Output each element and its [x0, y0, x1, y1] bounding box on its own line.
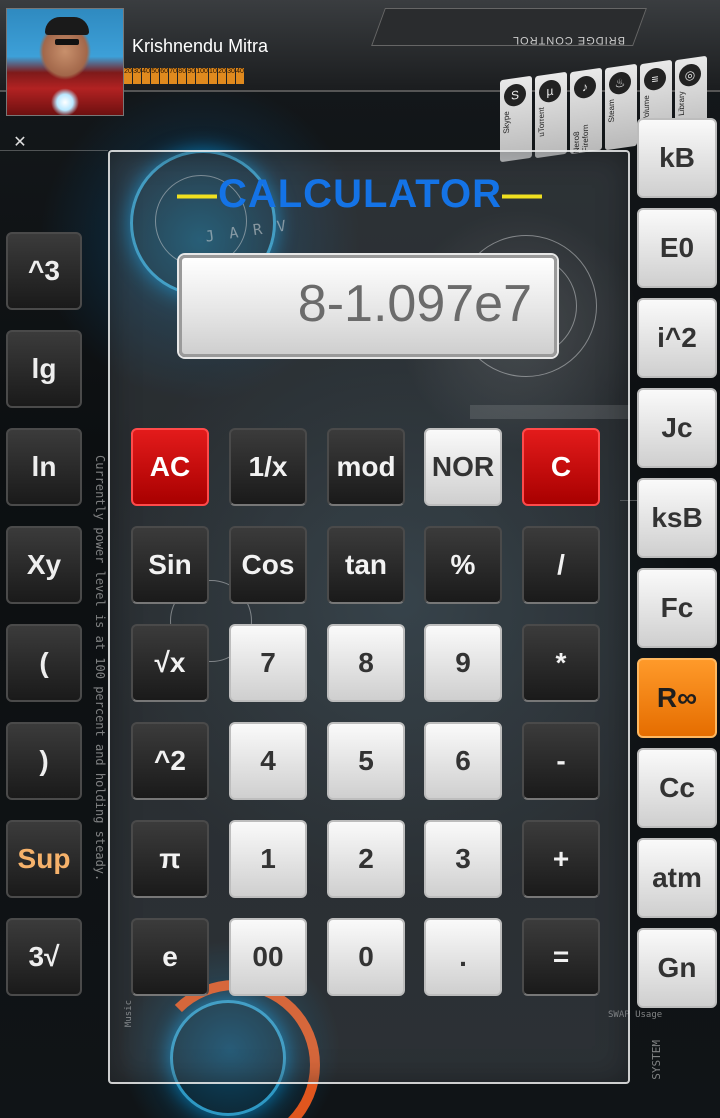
i-squared-button[interactable]: i^2 — [637, 298, 717, 378]
digit-4-button[interactable]: 4 — [229, 722, 307, 800]
digit-3-button[interactable]: 3 — [424, 820, 502, 898]
plus-button[interactable]: + — [522, 820, 600, 898]
power-meter: 20 30 40 50 60 70 80 90 100 10 20 30 40 — [124, 68, 245, 84]
tray-nero[interactable]: ♪ Nero8 Fireforn — [570, 67, 602, 155]
ln-button[interactable]: ln — [6, 428, 82, 506]
reciprocal-button[interactable]: 1/x — [229, 428, 307, 506]
calculator-title-text: CALCULATOR — [217, 172, 503, 216]
hud-system-text: SYSTEM — [650, 1040, 663, 1080]
cc-constant-button[interactable]: Cc — [637, 748, 717, 828]
tray-steam[interactable]: ♨ Steam — [605, 63, 637, 151]
percent-button[interactable]: % — [424, 526, 502, 604]
jc-constant-button[interactable]: Jc — [637, 388, 717, 468]
log10-button[interactable]: lg — [6, 330, 82, 408]
avatar[interactable] — [6, 8, 124, 116]
skype-icon: S — [504, 82, 526, 108]
digit-0-button[interactable]: 0 — [327, 918, 405, 996]
cube-root-button[interactable]: 3√ — [6, 918, 82, 996]
gn-constant-button[interactable]: Gn — [637, 928, 717, 1008]
close-icon[interactable]: ✕ — [10, 132, 30, 152]
music-icon: ♪ — [574, 74, 596, 100]
divide-button[interactable]: / — [522, 526, 600, 604]
digit-7-button[interactable]: 7 — [229, 624, 307, 702]
digit-1-button[interactable]: 1 — [229, 820, 307, 898]
ksb-constant-button[interactable]: ksB — [637, 478, 717, 558]
kb-constant-button[interactable]: kB — [637, 118, 717, 198]
double-zero-button[interactable]: 00 — [229, 918, 307, 996]
utorrent-icon: µ — [539, 78, 561, 104]
digit-9-button[interactable]: 9 — [424, 624, 502, 702]
tan-button[interactable]: tan — [327, 526, 405, 604]
e0-constant-button[interactable]: E0 — [637, 208, 717, 288]
power-button[interactable]: Xy — [6, 526, 82, 604]
equalizer-icon: ≡ — [644, 66, 666, 92]
pi-button[interactable]: π — [131, 820, 209, 898]
digit-5-button[interactable]: 5 — [327, 722, 405, 800]
cube-button[interactable]: ^3 — [6, 232, 82, 310]
mod-button[interactable]: mod — [327, 428, 405, 506]
cos-button[interactable]: Cos — [229, 526, 307, 604]
nor-button[interactable]: NOR — [424, 428, 502, 506]
square-button[interactable]: ^2 — [131, 722, 209, 800]
close-paren-button[interactable]: ) — [6, 722, 82, 800]
tray-utorrent[interactable]: µ uTorrent — [535, 71, 567, 159]
digit-6-button[interactable]: 6 — [424, 722, 502, 800]
rydberg-constant-button[interactable]: R∞ — [637, 658, 717, 738]
decimal-button[interactable]: . — [424, 918, 502, 996]
display-value: 8-1.097e7 — [297, 275, 532, 333]
bridge-control-label: BRIDGE CONTROL — [511, 34, 625, 46]
sqrt-button[interactable]: √x — [131, 624, 209, 702]
digit-8-button[interactable]: 8 — [327, 624, 405, 702]
open-paren-button[interactable]: ( — [6, 624, 82, 702]
digit-2-button[interactable]: 2 — [327, 820, 405, 898]
clear-button[interactable]: C — [522, 428, 600, 506]
calculator-title: —CALCULATOR— — [176, 172, 544, 216]
minus-button[interactable]: - — [522, 722, 600, 800]
profile-name: Krishnendu Mitra — [132, 36, 269, 56]
steam-icon: ♨ — [609, 70, 631, 96]
sup-button[interactable]: Sup — [6, 820, 82, 898]
atm-constant-button[interactable]: atm — [637, 838, 717, 918]
fc-constant-button[interactable]: Fc — [637, 568, 717, 648]
hud-power-text: Currently power level is at 100 percent … — [93, 455, 107, 882]
euler-button[interactable]: e — [131, 918, 209, 996]
sin-button[interactable]: Sin — [131, 526, 209, 604]
equals-button[interactable]: = — [522, 918, 600, 996]
ac-button[interactable]: AC — [131, 428, 209, 506]
library-icon: ◎ — [679, 62, 701, 88]
multiply-button[interactable]: * — [522, 624, 600, 702]
calculator-display: 8-1.097e7 — [179, 255, 557, 357]
